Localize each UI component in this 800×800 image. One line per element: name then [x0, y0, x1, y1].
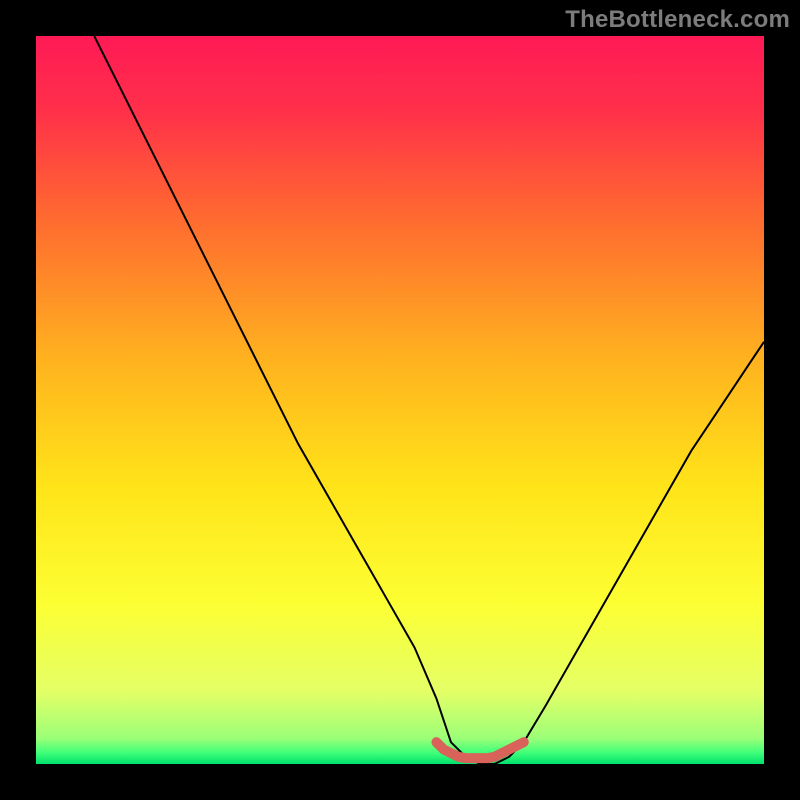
watermark-text: TheBottleneck.com — [565, 6, 790, 34]
chart-background — [36, 36, 764, 764]
plot-frame — [36, 36, 764, 764]
bottleneck-chart — [36, 36, 764, 764]
